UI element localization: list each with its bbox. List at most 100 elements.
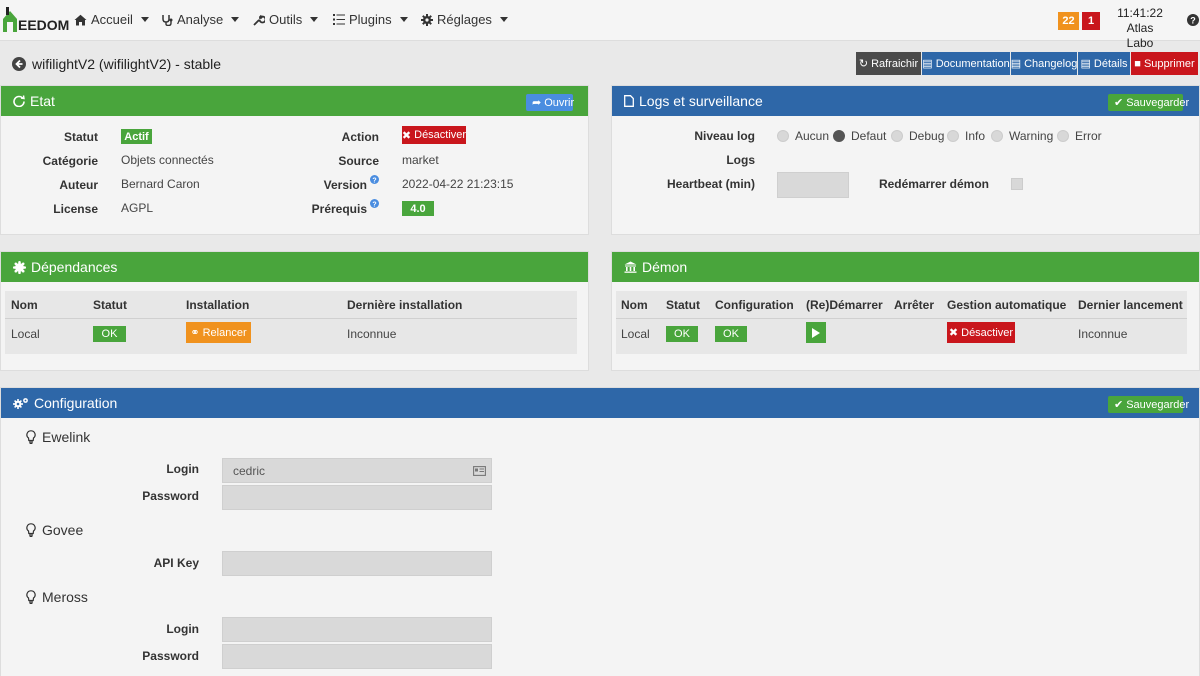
dependances-title: Dépendances: [31, 259, 118, 275]
govee-title: Govee: [42, 522, 84, 538]
question-icon[interactable]: ?: [370, 199, 379, 208]
demon-col-gestion: Gestion automatique: [947, 298, 1067, 312]
chevron-down-icon: [399, 17, 408, 22]
jeedom-logo[interactable]: EEDOM: [2, 7, 69, 33]
config-save-button[interactable]: ✔ Sauvegarder: [1108, 396, 1189, 413]
relaunch-label: Relancer: [202, 326, 247, 339]
configuration-header: Configuration: [1, 388, 1199, 418]
meross-password-input[interactable]: [222, 644, 492, 669]
radio-dot: [991, 130, 1003, 142]
clock-user[interactable]: 11:41:22 Atlas Labo: [1112, 6, 1168, 51]
categorie-label: Catégorie: [42, 154, 98, 168]
documentation-button[interactable]: ▤ Documentation: [922, 52, 1010, 75]
ewelink-password-input[interactable]: [222, 485, 492, 510]
radio-info[interactable]: Info: [947, 129, 985, 143]
play-icon: [812, 327, 820, 338]
nav-plugins[interactable]: Plugins: [333, 12, 408, 27]
list-icon: [333, 14, 345, 25]
check-circle-icon: ✔: [1114, 97, 1124, 109]
logo-text: EEDOM: [18, 17, 70, 33]
ewelink-login-input[interactable]: [222, 458, 492, 483]
question-icon[interactable]: ?: [370, 175, 379, 184]
source-label: Source: [338, 154, 379, 168]
back-arrow-icon[interactable]: [12, 57, 26, 71]
refresh-label: Rafraichir: [871, 57, 919, 70]
radio-warning[interactable]: Warning: [991, 129, 1053, 143]
demon-status-ok: OK: [666, 326, 698, 342]
meross-login-input[interactable]: [222, 617, 492, 642]
delete-button[interactable]: ■ Supprimer: [1131, 52, 1198, 75]
disable-plugin-button[interactable]: ✖ Désactiver: [402, 126, 466, 144]
details-button[interactable]: ▤ Détails: [1078, 52, 1130, 75]
nav-reglages-label: Réglages: [437, 12, 492, 27]
nav-outils[interactable]: Outils: [253, 12, 319, 27]
radio-defaut[interactable]: Defaut: [833, 129, 886, 143]
radio-info-label: Info: [965, 129, 986, 143]
certificate-icon: [13, 260, 26, 274]
action-label: Action: [341, 130, 379, 144]
house-logo-icon: [3, 7, 17, 32]
help-icon[interactable]: ?: [1187, 14, 1199, 26]
radio-warning-label: Warning: [1009, 129, 1054, 143]
nav-accueil[interactable]: Accueil: [74, 12, 149, 27]
details-label: Détails: [1093, 57, 1128, 70]
heartbeat-input[interactable]: [777, 172, 849, 198]
lightbulb-icon: [26, 590, 36, 604]
demon-col-redemarrer: (Re)Démarrer: [806, 298, 883, 312]
radio-dot: [947, 130, 959, 142]
radio-error[interactable]: Error: [1057, 129, 1102, 143]
demon-col-dernier: Dernier lancement: [1078, 298, 1183, 312]
relaunch-deps-button[interactable]: ⚭ Relancer: [186, 322, 251, 343]
restart-daemon-checkbox[interactable]: [1011, 178, 1023, 190]
deps-row-derniere: Inconnue: [347, 327, 397, 341]
nav-reglages[interactable]: Réglages: [421, 12, 508, 27]
nav-plugins-label: Plugins: [349, 12, 392, 27]
deps-status-ok: OK: [93, 326, 126, 342]
close-icon: ✖: [948, 327, 959, 339]
refresh-circle-icon: [13, 95, 25, 107]
start-daemon-button[interactable]: [806, 322, 826, 343]
book-icon: ▤: [1080, 58, 1091, 70]
disable-auto-management-button[interactable]: ✖ Désactiver: [947, 322, 1015, 343]
refresh-button[interactable]: ↻ Rafraichir: [856, 52, 921, 75]
svg-text:?: ?: [1190, 16, 1196, 26]
nav-accueil-label: Accueil: [91, 12, 133, 27]
demon-row-nom: Local: [621, 327, 650, 341]
radio-dot: [777, 130, 789, 142]
categorie-value: Objets connectés: [121, 153, 214, 167]
demon-title: Démon: [642, 259, 688, 275]
ewelink-login-text[interactable]: [223, 459, 491, 482]
source-value: market: [402, 153, 439, 167]
demon-col-configuration: Configuration: [715, 298, 794, 312]
radio-aucun-label: Aucun: [795, 129, 830, 143]
notification-count-badge[interactable]: 22: [1058, 12, 1079, 30]
statut-label: Statut: [64, 130, 98, 144]
radio-dot: [1057, 130, 1069, 142]
meross-password-label: Password: [142, 649, 199, 663]
open-button[interactable]: ➦ Ouvrir: [526, 94, 574, 111]
nav-analyse[interactable]: Analyse: [162, 12, 240, 27]
auteur-value: Bernard Caron: [121, 177, 200, 191]
meross-login-label: Login: [166, 622, 199, 636]
logs-save-button[interactable]: ✔ Sauvegarder: [1108, 94, 1189, 111]
demon-col-arreter: Arrêter: [894, 298, 935, 312]
chevron-down-icon: [499, 17, 508, 22]
statut-badge: Actif: [121, 129, 152, 144]
demon-config-ok: OK: [715, 326, 747, 342]
alert-count-badge[interactable]: 1: [1082, 12, 1100, 30]
deps-row-nom: Local: [11, 327, 40, 341]
govee-api-label: API Key: [153, 556, 199, 570]
chevron-down-icon: [310, 17, 319, 22]
govee-api-input[interactable]: [222, 551, 492, 576]
radio-aucun[interactable]: Aucun: [777, 129, 829, 143]
bank-icon: [624, 261, 637, 273]
file-icon: [624, 95, 634, 107]
radio-debug[interactable]: Debug: [891, 129, 944, 143]
demon-header: Démon: [612, 252, 1199, 282]
niveau-log-label: Niveau log: [694, 129, 755, 143]
nav-outils-label: Outils: [269, 12, 303, 27]
logs-label: Logs: [726, 153, 755, 167]
changelog-button[interactable]: ▤ Changelog: [1011, 52, 1077, 75]
ewelink-login-label: Login: [166, 462, 199, 476]
govee-section-title: Govee: [26, 522, 83, 538]
